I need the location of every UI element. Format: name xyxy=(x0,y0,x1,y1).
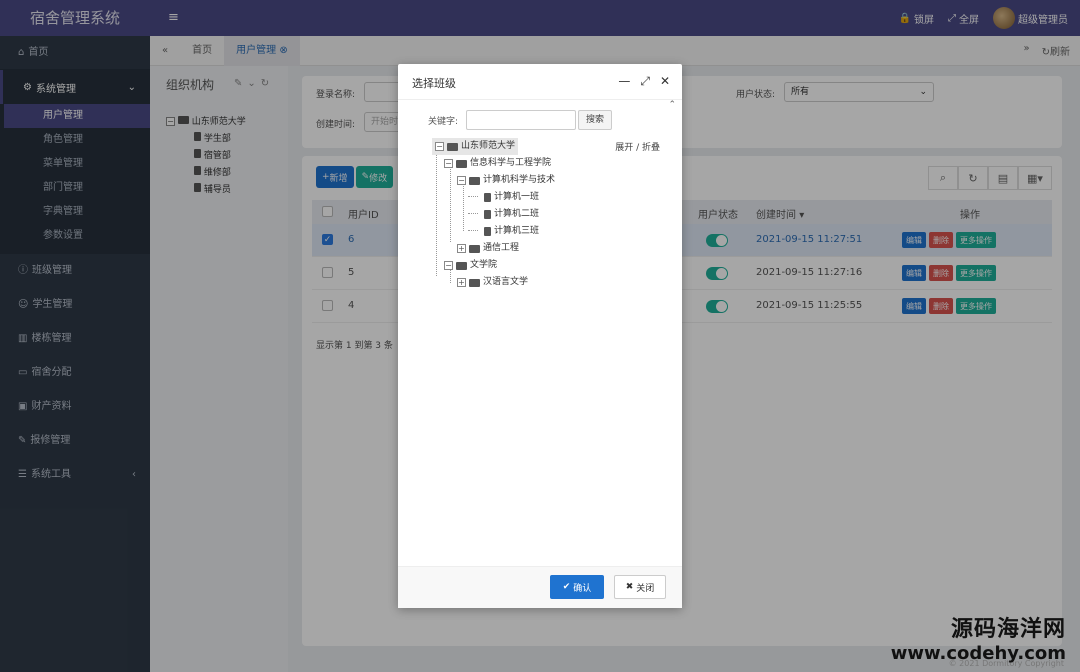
collapse-icon[interactable]: − xyxy=(444,261,453,270)
expand-icon[interactable]: + xyxy=(457,278,466,287)
scroll-up-icon[interactable]: ⌃ xyxy=(668,100,676,110)
collapse-icon[interactable]: − xyxy=(435,142,444,151)
tree-node-root[interactable]: − 山东师范大学 xyxy=(432,138,519,155)
expand-icon[interactable]: + xyxy=(457,244,466,253)
keyword-search-button[interactable]: 搜索 xyxy=(578,110,612,130)
tree-node-college[interactable]: − 信息科学与工程学院 xyxy=(444,155,551,172)
check-icon: ✔ xyxy=(562,582,571,592)
tree-node-major[interactable]: + 汉语言文学 xyxy=(457,274,528,291)
tree-node-class[interactable]: 计算机三班 xyxy=(484,223,539,240)
folder-icon xyxy=(469,278,480,287)
dialog-footer: ✔ 确认 ✖ 关闭 xyxy=(398,566,682,608)
tree-node-major[interactable]: + 通信工程 xyxy=(457,240,519,257)
dialog-title: 选择班级 xyxy=(412,77,456,90)
keyword-input[interactable] xyxy=(466,110,576,130)
folder-open-icon xyxy=(447,142,458,151)
confirm-button[interactable]: ✔ 确认 xyxy=(550,575,604,599)
close-button[interactable]: ✖ 关闭 xyxy=(614,575,666,599)
tree-node-college[interactable]: − 文学院 xyxy=(444,257,497,274)
folder-open-icon xyxy=(456,159,467,168)
expand-collapse-link[interactable]: 展开 / 折叠 xyxy=(615,140,660,153)
tree-node-class[interactable]: 计算机一班 xyxy=(484,189,539,206)
close-icon[interactable]: ✕ xyxy=(660,74,670,89)
folder-open-icon xyxy=(456,261,467,270)
tree-node-class[interactable]: 计算机二班 xyxy=(484,206,539,223)
folder-icon xyxy=(469,244,480,253)
minimize-icon[interactable]: — xyxy=(618,74,630,89)
file-icon xyxy=(484,193,491,202)
watermark: 源码海洋网 www.codehy.com xyxy=(890,617,1066,664)
file-icon xyxy=(484,210,491,219)
collapse-icon[interactable]: − xyxy=(457,176,466,185)
select-class-dialog: 选择班级 — ⤢ ✕ ⌃ 关键字: 搜索 展开 / 折叠 − 山东师范大学 − 信息… xyxy=(398,64,682,608)
keyword-label: 关键字: xyxy=(428,117,459,127)
folder-open-icon xyxy=(469,176,480,185)
file-icon xyxy=(484,227,491,236)
dialog-header: 选择班级 — ⤢ ✕ xyxy=(398,64,682,100)
maximize-icon[interactable]: ⤢ xyxy=(640,74,650,89)
close-icon: ✖ xyxy=(625,582,634,592)
collapse-icon[interactable]: − xyxy=(444,159,453,168)
tree-node-major[interactable]: − 计算机科学与技术 xyxy=(457,172,555,189)
